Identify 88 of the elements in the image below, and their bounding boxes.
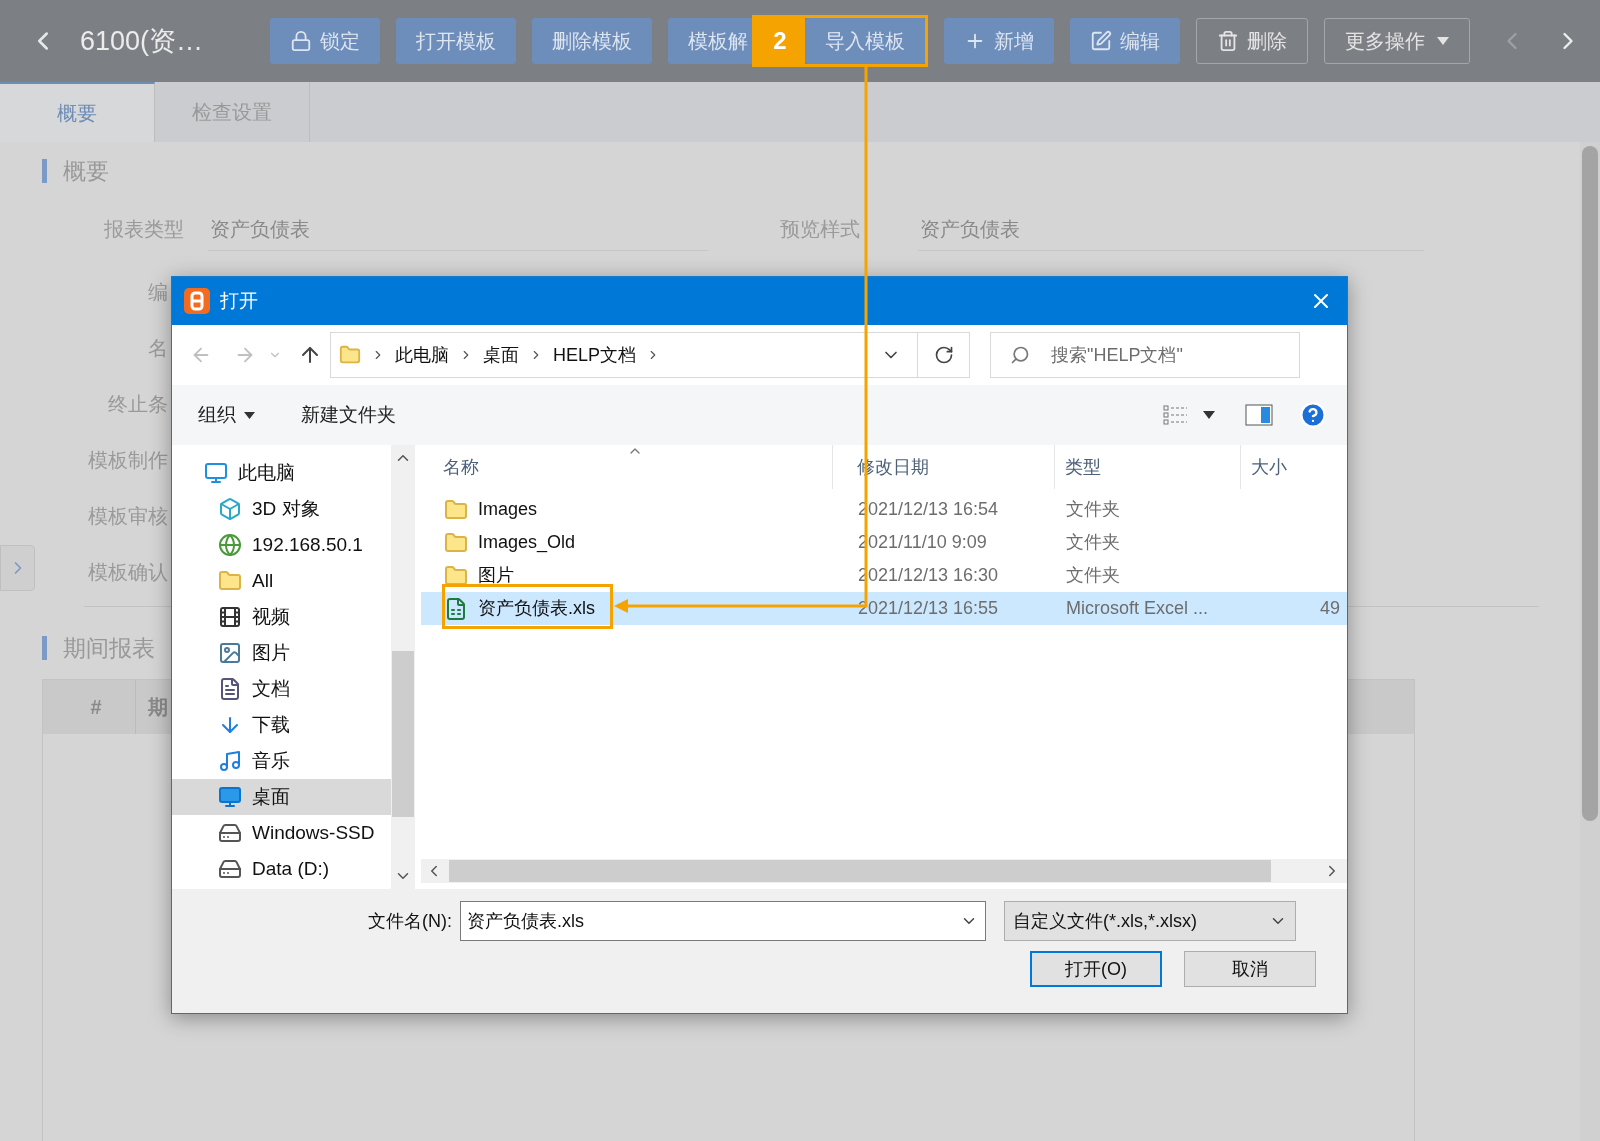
dialog-button[interactable]: 取消: [1184, 951, 1316, 987]
nav-tree-item[interactable]: 图片: [172, 635, 391, 671]
page-title: 6100(资…: [80, 24, 205, 58]
file-row[interactable]: 资产负债表.xls 2021/12/13 16:55 Microsoft Excel ... 49: [421, 592, 1347, 625]
file-name: Images: [478, 498, 538, 521]
section-marker: [42, 636, 47, 660]
spreadsheet-icon: [444, 596, 468, 621]
file-name: 图片: [478, 564, 514, 587]
network-icon: [218, 533, 242, 557]
caret-icon[interactable]: [1203, 411, 1215, 419]
file-type: 文件夹: [1065, 564, 1121, 587]
film-icon: [218, 605, 242, 629]
caret-icon: [1437, 37, 1449, 45]
trash-icon: [1217, 30, 1239, 52]
folder-icon: [218, 569, 242, 593]
breadcrumb-item[interactable]: 此电脑: [395, 341, 449, 369]
drive-icon: [218, 857, 242, 881]
drive-icon: [218, 821, 242, 845]
cube-icon: [218, 497, 242, 521]
edit-icon: [1090, 30, 1112, 52]
field-label: 报表类型: [103, 217, 184, 242]
document-icon: [218, 677, 242, 701]
column-header[interactable]: 大小: [1241, 445, 1347, 489]
section-title: 期间报表: [63, 633, 155, 663]
refresh-icon: [933, 345, 954, 365]
field-label: 名: [147, 336, 168, 361]
folder-icon: [444, 497, 468, 522]
file-type: Microsoft Excel ...: [1065, 597, 1210, 620]
nav-tree-item[interactable]: 3D 对象: [172, 491, 391, 527]
breadcrumb-item[interactable]: 桌面: [483, 341, 519, 369]
search-icon: [1010, 345, 1030, 365]
view-options-icon[interactable]: [1163, 405, 1189, 425]
lock-icon: [290, 30, 312, 52]
nav-tree-item[interactable]: Windows-SSD: [172, 815, 391, 851]
nav-tree-item[interactable]: 音乐: [172, 743, 391, 779]
app-logo-icon: [184, 288, 210, 314]
help-icon[interactable]: [1299, 401, 1327, 429]
preview-pane-icon[interactable]: [1245, 404, 1273, 426]
field-label: 预览样式: [779, 217, 860, 242]
field-label: 模板制作: [87, 448, 168, 473]
field-label: 模板确认: [87, 560, 168, 585]
step-badge: 2: [755, 18, 805, 64]
scrollbar-thumb[interactable]: [449, 860, 1271, 882]
section-marker: [42, 159, 47, 183]
field-label: 编: [147, 280, 168, 305]
file-name-field[interactable]: 资产负债表.xls: [460, 901, 986, 941]
file-size: 49: [1318, 597, 1341, 620]
nav-tree-item[interactable]: 桌面: [172, 779, 391, 815]
nav-tree-item[interactable]: Data (D:): [172, 851, 391, 887]
computer-icon: [204, 461, 228, 485]
field-label: 模板审核: [87, 504, 168, 529]
column-header: 期: [135, 680, 168, 734]
address-bar[interactable]: 此电脑 桌面 HELP文档: [330, 332, 970, 378]
dialog-title: 打开: [220, 288, 258, 313]
nav-tree-item[interactable]: 192.168.50.1: [172, 527, 391, 563]
field-value: 资产负债表: [208, 207, 708, 251]
folder-icon: [444, 530, 468, 555]
nav-tree-item[interactable]: All: [172, 563, 391, 599]
column-header[interactable]: 名称: [421, 445, 833, 489]
dialog-button[interactable]: 打开(O): [1030, 951, 1162, 987]
nav-tree-item[interactable]: 文档: [172, 671, 391, 707]
organize-menu[interactable]: 组织: [198, 400, 255, 430]
scrollbar-thumb[interactable]: [1582, 146, 1598, 821]
horizontal-scrollbar[interactable]: [421, 859, 1347, 883]
field-label: 终止条: [107, 392, 168, 417]
file-name: 资产负债表.xls: [478, 597, 595, 620]
search-field[interactable]: 搜索"HELP文档": [990, 332, 1300, 378]
breadcrumb-item[interactable]: HELP文档: [553, 341, 637, 369]
file-type: 文件夹: [1065, 498, 1121, 521]
column-header: #: [89, 695, 103, 720]
new-folder-button[interactable]: 新建文件夹: [301, 400, 396, 430]
column-header[interactable]: 类型: [1055, 445, 1241, 489]
section-title: 概要: [63, 156, 109, 186]
nav-tree-item[interactable]: 此电脑: [172, 455, 391, 491]
picture-icon: [218, 641, 242, 665]
vertical-scrollbar[interactable]: [391, 445, 415, 889]
field-value: 资产负债表: [918, 207, 1424, 251]
file-name: Images_Old: [478, 531, 576, 555]
music-icon: [218, 749, 242, 773]
scrollbar-thumb[interactable]: [392, 651, 414, 817]
desktop-icon: [218, 785, 242, 809]
nav-tree-item[interactable]: 下载: [172, 707, 391, 743]
nav-tree-item[interactable]: 视频: [172, 599, 391, 635]
file-name-label: 文件名(N):: [368, 909, 452, 933]
file-date: 2021/12/13 16:55: [857, 597, 1000, 620]
file-type: 文件夹: [1065, 531, 1121, 554]
file-type-select[interactable]: 自定义文件(*.xls,*.xlsx): [1004, 901, 1296, 941]
caret-icon: [244, 411, 255, 419]
